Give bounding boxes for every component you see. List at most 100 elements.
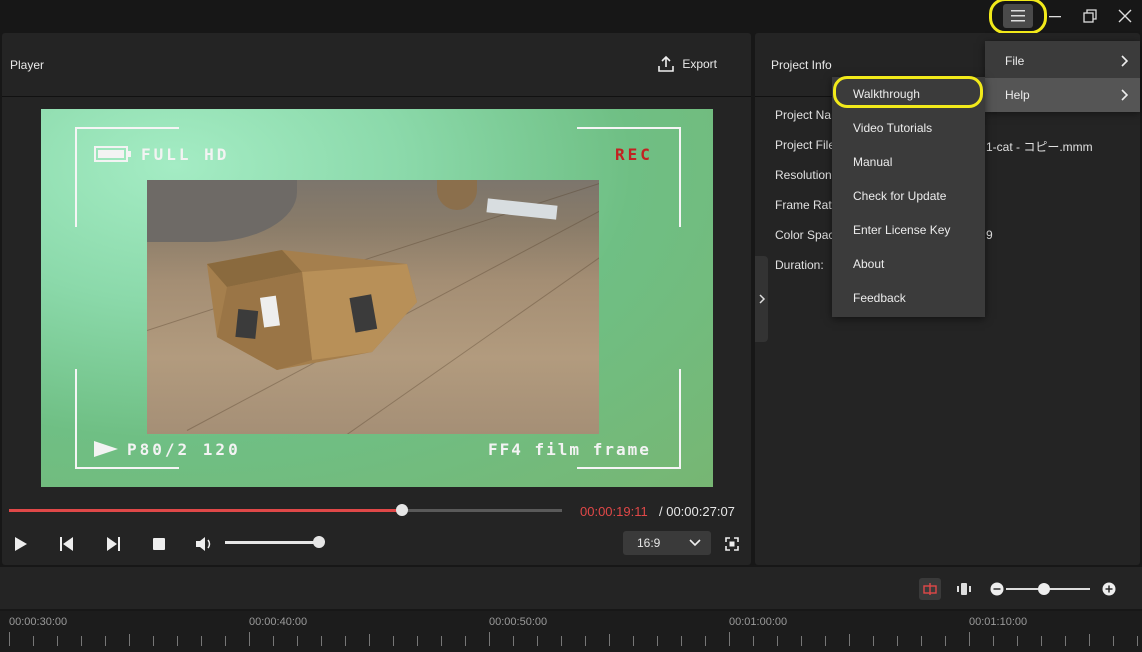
menu-item-walkthrough[interactable]: Walkthrough <box>832 77 985 111</box>
main-menu: File Help <box>985 41 1140 112</box>
video-preview[interactable]: FULL HD REC P80/2 120 FF4 film frame <box>41 109 713 487</box>
ruler-tick <box>1041 636 1042 646</box>
menu-item-video-tutorials-label: Video Tutorials <box>853 121 933 135</box>
ruler-tick <box>81 636 82 646</box>
ruler-tick <box>513 636 514 646</box>
ruler-tick <box>153 636 154 646</box>
cardboard-box-image <box>207 250 417 370</box>
seek-bar[interactable] <box>9 504 562 516</box>
total-time: / 00:00:27:07 <box>659 504 735 519</box>
fullscreen-button[interactable] <box>721 533 743 555</box>
ruler-tick <box>801 636 802 646</box>
ruler-tick <box>129 634 130 646</box>
ruler-tick <box>825 636 826 646</box>
ruler-tick <box>705 636 706 646</box>
ruler-tick <box>441 636 442 646</box>
hamburger-menu-button[interactable] <box>1003 4 1033 28</box>
previous-frame-button[interactable] <box>56 533 78 555</box>
menu-item-file[interactable]: File <box>985 44 1140 78</box>
volume-slider-handle[interactable] <box>313 536 326 548</box>
info-label-project-name: Project Na <box>775 108 832 122</box>
export-button[interactable]: Export <box>657 55 717 73</box>
player-title: Player <box>10 57 45 72</box>
player-header: Player Export <box>2 33 751 97</box>
split-button[interactable] <box>919 578 941 600</box>
seek-bar-fill <box>9 509 402 512</box>
seek-bar-handle[interactable] <box>395 504 408 516</box>
ruler-tick <box>225 636 226 646</box>
overlay-p80: P80/2 120 <box>127 440 241 459</box>
viewfinder-corner-tr <box>577 127 681 227</box>
next-frame-button[interactable] <box>102 533 124 555</box>
ruler-tick <box>537 636 538 646</box>
ruler-tick <box>1017 636 1018 646</box>
info-value-project-file: 1-cat - コピー.mmm <box>986 140 1093 154</box>
zoom-slider-handle[interactable] <box>1037 583 1050 595</box>
ruler-tick <box>681 636 682 646</box>
ruler-tick <box>465 636 466 646</box>
snap-button[interactable] <box>953 578 975 600</box>
ruler-tick <box>993 636 994 646</box>
info-label-frame-rate: Frame Rat <box>775 198 832 212</box>
menu-item-help-label: Help <box>1005 88 1030 102</box>
ruler-label: 00:00:50:00 <box>489 616 548 628</box>
menu-item-feedback[interactable]: Feedback <box>832 281 985 315</box>
menu-item-help[interactable]: Help <box>985 78 1140 112</box>
zoom-in-button[interactable] <box>1098 578 1120 600</box>
info-value-color-space: 9 <box>986 228 993 242</box>
collapse-panel-tab[interactable] <box>755 256 768 342</box>
ruler-tick <box>249 632 250 646</box>
ruler-tick <box>657 636 658 646</box>
restore-icon <box>1083 9 1097 23</box>
ruler-tick <box>33 636 34 646</box>
zoom-slider[interactable] <box>1006 583 1090 595</box>
ruler-tick <box>609 634 610 646</box>
overlay-full-hd: FULL HD <box>141 145 230 164</box>
menu-item-check-for-update-label: Check for Update <box>853 189 947 203</box>
skip-forward-icon <box>107 537 120 551</box>
ruler-tick <box>57 636 58 646</box>
menu-item-manual[interactable]: Manual <box>832 145 985 179</box>
ruler-label: 00:01:00:00 <box>729 616 788 628</box>
menu-item-about-label: About <box>853 257 885 271</box>
minimize-button[interactable] <box>1040 3 1070 29</box>
play-button[interactable] <box>10 533 32 555</box>
restore-button[interactable] <box>1075 3 1105 29</box>
info-label-project-file: Project File <box>775 138 836 152</box>
aspect-ratio-select[interactable]: 16:9 <box>623 531 711 555</box>
volume-button[interactable] <box>194 533 216 555</box>
ruler-tick <box>1113 636 1114 646</box>
split-icon <box>923 583 937 595</box>
chevron-down-icon <box>689 539 701 547</box>
ruler-tick <box>201 636 202 646</box>
zoom-out-button[interactable] <box>986 578 1008 600</box>
menu-item-enter-license-key[interactable]: Enter License Key <box>832 213 985 247</box>
ruler-tick <box>873 636 874 646</box>
close-button[interactable] <box>1110 3 1140 29</box>
close-icon <box>1118 9 1132 23</box>
ruler-tick <box>849 634 850 646</box>
volume-slider[interactable] <box>225 536 326 548</box>
ruler-tick <box>969 632 970 646</box>
help-submenu: Walkthrough Video Tutorials Manual Check… <box>832 77 985 317</box>
ruler-tick <box>9 632 10 646</box>
play-icon <box>15 537 27 551</box>
stop-button[interactable] <box>148 533 170 555</box>
title-bar <box>0 0 1142 32</box>
menu-item-video-tutorials[interactable]: Video Tutorials <box>832 111 985 145</box>
overlay-rec: REC <box>615 145 653 164</box>
video-frame-image <box>147 180 599 434</box>
menu-item-check-for-update[interactable]: Check for Update <box>832 179 985 213</box>
ruler-tick <box>729 632 730 646</box>
fullscreen-icon <box>725 537 739 551</box>
hamburger-menu-icon <box>1011 10 1025 22</box>
export-icon <box>658 55 675 72</box>
timeline-ruler[interactable]: 00:00:30:00 00:00:40:00 00:00:50:00 00:0… <box>0 611 1142 652</box>
ruler-tick <box>897 636 898 646</box>
project-info-title: Project Info <box>771 57 832 72</box>
cat-paws <box>437 180 477 210</box>
ruler-tick <box>585 636 586 646</box>
stop-icon <box>153 538 165 550</box>
ruler-tick <box>345 636 346 646</box>
menu-item-about[interactable]: About <box>832 247 985 281</box>
